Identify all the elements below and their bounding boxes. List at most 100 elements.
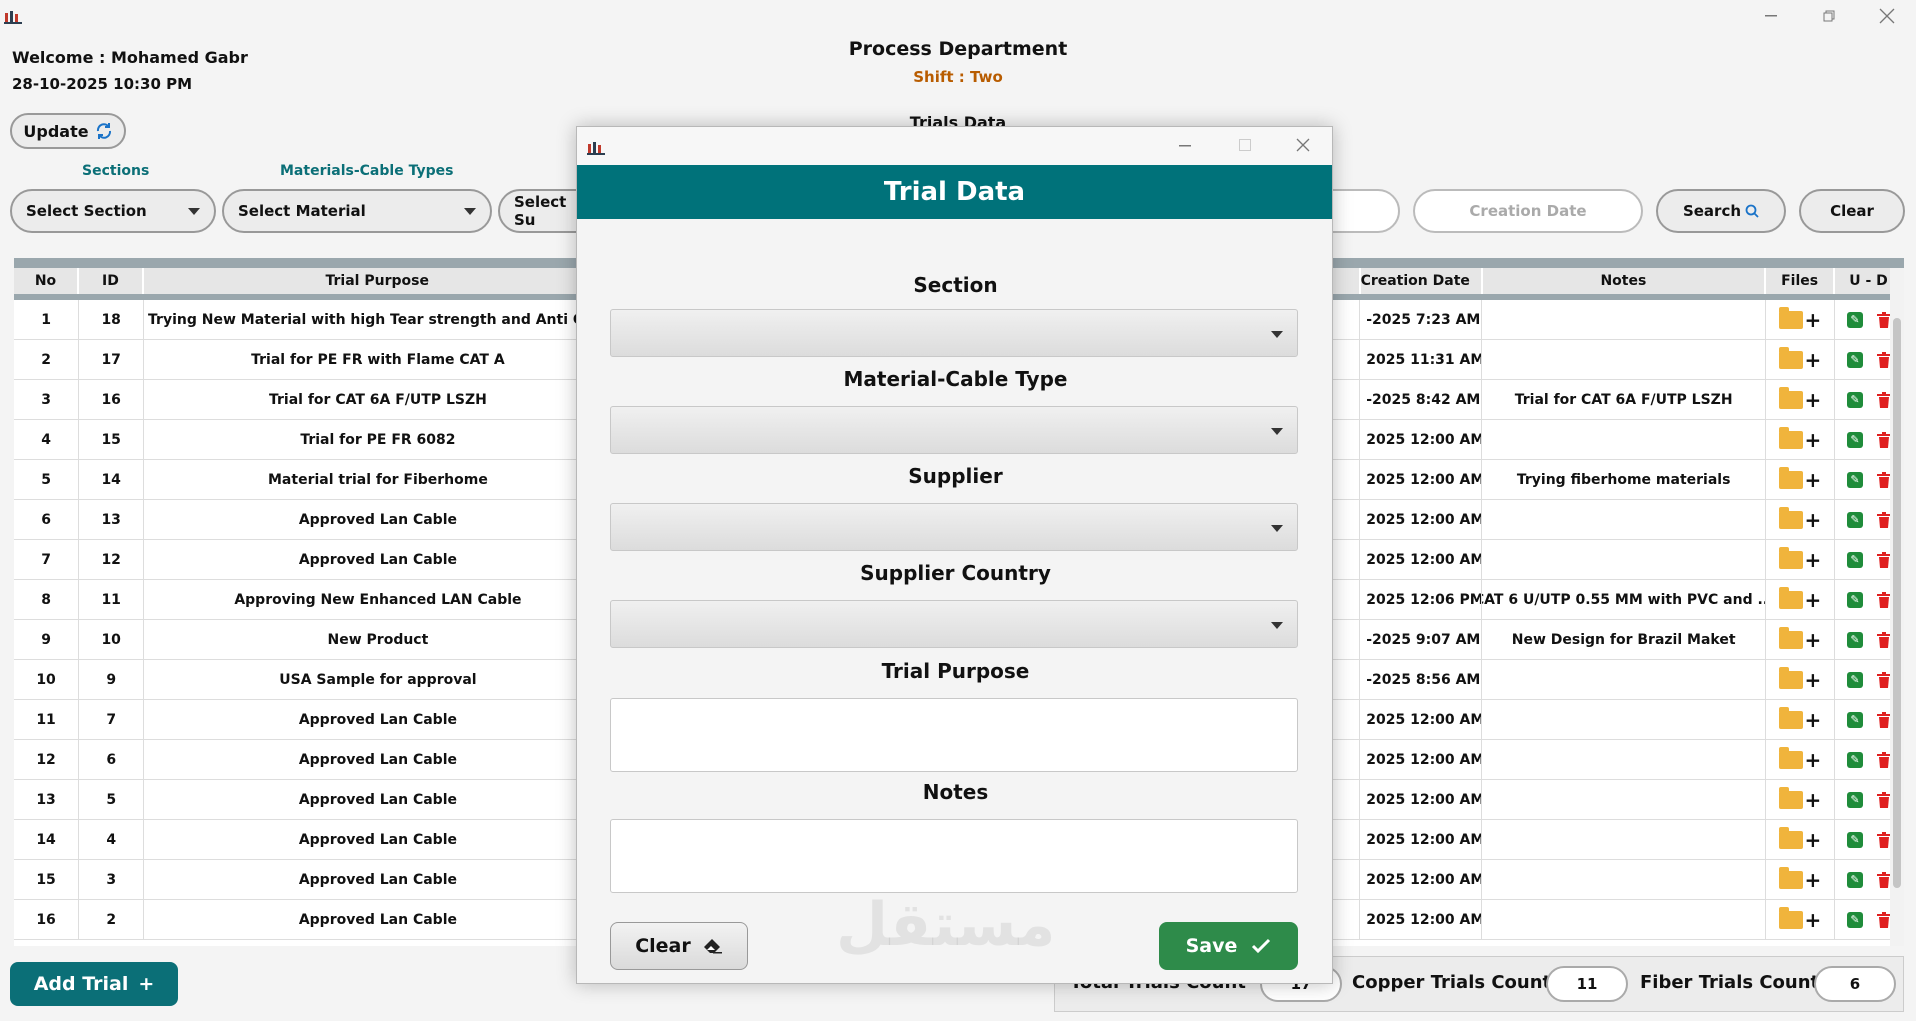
maximize-icon[interactable] [1239, 139, 1251, 151]
edit-icon[interactable]: ✎ [1846, 311, 1863, 328]
edit-icon[interactable]: ✎ [1846, 351, 1863, 368]
dialog-clear-button[interactable]: Clear [610, 922, 748, 970]
folder-icon [1778, 746, 1803, 769]
files-button[interactable]: + [1766, 500, 1835, 539]
files-button[interactable]: + [1766, 660, 1835, 699]
plus-icon: + [1804, 547, 1822, 572]
materials-label: Materials-Cable Types [280, 163, 454, 179]
notes-input[interactable] [610, 819, 1298, 893]
folder-icon [1778, 586, 1803, 609]
header-creation-date[interactable]: Creation Date [1360, 268, 1483, 294]
header-purpose[interactable]: Trial Purpose [143, 268, 613, 294]
dialog-clear-label: Clear [635, 935, 691, 957]
cell-notes: Trial for CAT 6A F/UTP LSZH [1482, 380, 1766, 419]
app-logo-icon [587, 142, 605, 155]
supplier-country-select[interactable] [610, 600, 1298, 648]
dialog-save-button[interactable]: Save [1159, 922, 1298, 970]
trash-icon[interactable] [1876, 631, 1891, 648]
clear-filter-button[interactable]: Clear [1799, 189, 1905, 233]
chevron-down-icon [1271, 428, 1283, 435]
section-filter-select[interactable]: Select Section [10, 189, 216, 233]
trash-icon[interactable] [1876, 391, 1891, 408]
minimize-button[interactable] [1742, 0, 1800, 32]
trash-icon[interactable] [1876, 671, 1891, 688]
edit-icon[interactable]: ✎ [1846, 471, 1863, 488]
files-button[interactable]: + [1766, 300, 1835, 339]
close-icon[interactable] [1296, 138, 1310, 152]
trash-icon[interactable] [1876, 471, 1891, 488]
files-button[interactable]: + [1766, 420, 1835, 459]
minimize-icon[interactable] [1179, 145, 1191, 147]
trash-icon[interactable] [1876, 911, 1891, 928]
trash-icon[interactable] [1876, 431, 1891, 448]
files-button[interactable]: + [1766, 820, 1835, 859]
close-window-button[interactable] [1858, 0, 1916, 32]
header-files[interactable]: Files [1766, 268, 1836, 294]
files-button[interactable]: + [1766, 780, 1835, 819]
trash-icon[interactable] [1876, 871, 1891, 888]
files-button[interactable]: + [1766, 740, 1835, 779]
edit-icon[interactable]: ✎ [1846, 511, 1863, 528]
files-button[interactable]: + [1766, 580, 1835, 619]
scrollbar-thumb[interactable] [1893, 318, 1901, 888]
edit-icon[interactable]: ✎ [1846, 791, 1863, 808]
files-button[interactable]: + [1766, 860, 1835, 899]
material-filter-select[interactable]: Select Material [222, 189, 492, 233]
refresh-icon [96, 123, 111, 139]
material-select[interactable] [610, 406, 1298, 454]
files-button[interactable]: + [1766, 340, 1835, 379]
search-button[interactable]: Search [1656, 189, 1786, 233]
restore-button[interactable] [1800, 0, 1858, 32]
plus-icon: + [1804, 707, 1822, 732]
edit-icon[interactable]: ✎ [1846, 431, 1863, 448]
edit-icon[interactable]: ✎ [1846, 911, 1863, 928]
files-button[interactable]: + [1766, 540, 1835, 579]
edit-icon[interactable]: ✎ [1846, 591, 1863, 608]
header-notes[interactable]: Notes [1482, 268, 1767, 294]
plus-icon: + [1804, 867, 1822, 892]
edit-icon[interactable]: ✎ [1846, 711, 1863, 728]
files-button[interactable]: + [1766, 380, 1835, 419]
edit-icon[interactable]: ✎ [1846, 871, 1863, 888]
trial-purpose-input[interactable] [610, 698, 1298, 772]
files-button[interactable]: + [1766, 700, 1835, 739]
edit-icon[interactable]: ✎ [1846, 671, 1863, 688]
dialog-header: Trial Data [577, 165, 1332, 219]
creation-date-input[interactable]: Creation Date [1413, 189, 1643, 233]
trash-icon[interactable] [1876, 711, 1891, 728]
dialog-titlebar[interactable] [577, 127, 1332, 165]
trash-icon[interactable] [1876, 551, 1891, 568]
search-button-label: Search [1682, 202, 1742, 220]
trash-icon[interactable] [1876, 791, 1891, 808]
cell-id: 9 [79, 660, 145, 699]
checkmark-icon [1252, 938, 1271, 954]
edit-icon[interactable]: ✎ [1846, 631, 1863, 648]
section-select[interactable] [610, 309, 1298, 357]
header-id[interactable]: ID [78, 268, 144, 294]
trash-icon[interactable] [1876, 591, 1891, 608]
edit-icon[interactable]: ✎ [1846, 551, 1863, 568]
cell-id: 14 [79, 460, 145, 499]
cell-no: 8 [14, 580, 80, 619]
edit-icon[interactable]: ✎ [1846, 831, 1863, 848]
trash-icon[interactable] [1876, 311, 1891, 328]
supplier-select[interactable] [610, 503, 1298, 551]
files-button[interactable]: + [1766, 900, 1835, 939]
edit-icon[interactable]: ✎ [1846, 751, 1863, 768]
edit-icon[interactable]: ✎ [1846, 391, 1863, 408]
files-button[interactable]: + [1766, 620, 1835, 659]
trash-icon[interactable] [1876, 751, 1891, 768]
cell-notes: CAT 6 U/UTP 0.55 MM with PVC and ... [1482, 580, 1766, 619]
folder-icon [1778, 786, 1803, 809]
trash-icon[interactable] [1876, 511, 1891, 528]
header-no[interactable]: No [14, 268, 79, 294]
table-scrollbar[interactable] [1890, 268, 1904, 946]
close-icon [1879, 8, 1895, 24]
trash-icon[interactable] [1876, 351, 1891, 368]
files-button[interactable]: + [1766, 460, 1835, 499]
trash-icon[interactable] [1876, 831, 1891, 848]
cell-no: 3 [14, 380, 80, 419]
cell-purpose: Approved Lan Cable [144, 780, 613, 819]
update-button[interactable]: Update [10, 113, 126, 149]
add-trial-button[interactable]: Add Trial + [10, 962, 178, 1006]
